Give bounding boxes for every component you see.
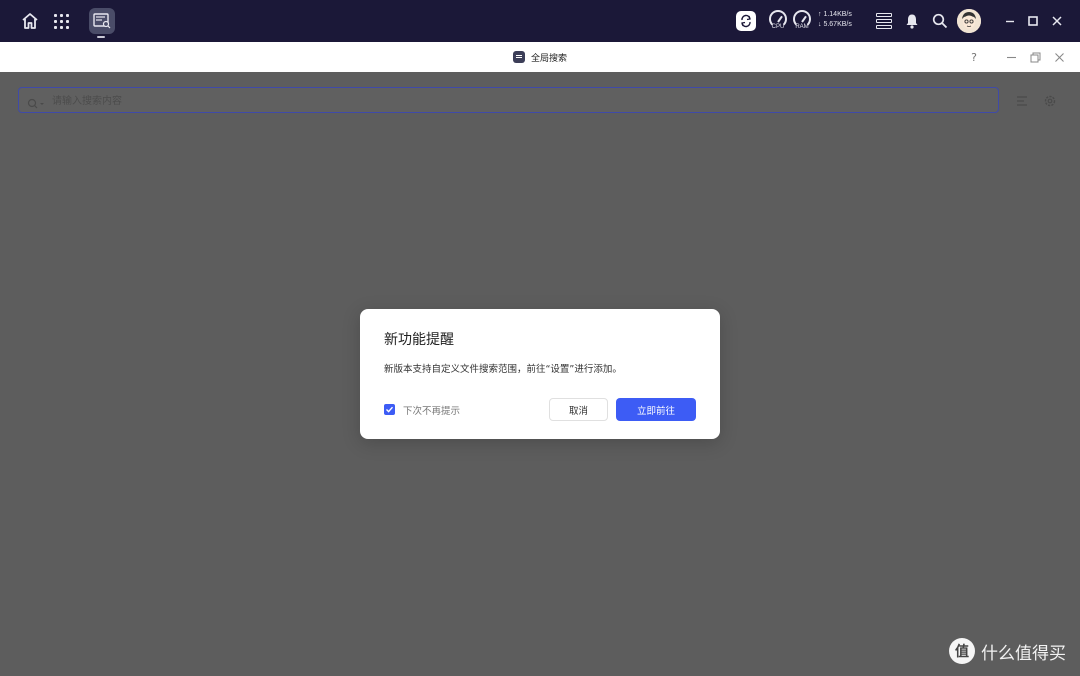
watermark-text: 什么值得买 bbox=[981, 643, 1066, 664]
ram-label: RAM bbox=[795, 24, 809, 30]
window-title-group: 全局搜索 bbox=[513, 50, 567, 64]
window-title: 全局搜索 bbox=[531, 53, 568, 64]
global-search-title-icon bbox=[513, 51, 525, 63]
window-minimize-icon[interactable] bbox=[1003, 49, 1019, 65]
cancel-button[interactable]: 取消 bbox=[549, 398, 608, 421]
active-app-indicator bbox=[97, 36, 105, 38]
watermark: 值 什么值得买 bbox=[949, 638, 1066, 664]
cpu-gauge-icon[interactable]: CPU bbox=[767, 10, 789, 34]
go-now-button[interactable]: 立即前往 bbox=[616, 398, 696, 421]
search-bar[interactable] bbox=[18, 87, 999, 113]
search-icon[interactable] bbox=[930, 11, 950, 31]
avatar[interactable] bbox=[957, 9, 981, 33]
sync-icon[interactable] bbox=[736, 11, 756, 31]
filter-list-icon[interactable] bbox=[1015, 93, 1029, 107]
ram-gauge-icon[interactable]: RAM bbox=[791, 10, 813, 34]
settings-icon[interactable] bbox=[1043, 93, 1057, 107]
new-feature-dialog: 新功能提醒 新版本支持自定义文件搜索范围，前往“设置”进行添加。 下次不再提示 … bbox=[360, 309, 720, 439]
window-close-icon[interactable] bbox=[1051, 49, 1067, 65]
dialog-title: 新功能提醒 bbox=[384, 332, 454, 348]
close-icon[interactable] bbox=[1047, 11, 1067, 31]
maximize-icon[interactable] bbox=[1023, 11, 1043, 31]
download-speed: ↓ 5.67KB/s bbox=[818, 21, 852, 28]
global-search-app-icon[interactable] bbox=[89, 8, 115, 34]
server-icon[interactable] bbox=[875, 12, 893, 30]
watermark-logo: 值 bbox=[949, 638, 975, 664]
dont-show-again-checkbox[interactable] bbox=[384, 404, 395, 415]
window-restore-icon[interactable] bbox=[1027, 49, 1043, 65]
apps-grid-icon[interactable] bbox=[49, 9, 73, 33]
bell-icon[interactable] bbox=[903, 11, 921, 31]
home-icon[interactable] bbox=[18, 9, 42, 33]
search-scope-dropdown[interactable] bbox=[27, 95, 49, 109]
dont-show-again-label[interactable]: 下次不再提示 bbox=[403, 403, 460, 417]
help-icon[interactable]: ? bbox=[966, 49, 982, 65]
dialog-message: 新版本支持自定义文件搜索范围，前往“设置”进行添加。 bbox=[384, 364, 622, 375]
search-input[interactable] bbox=[52, 93, 652, 109]
upload-speed: ↑ 1.14KB/s bbox=[818, 11, 852, 18]
minimize-icon[interactable] bbox=[1000, 11, 1020, 31]
